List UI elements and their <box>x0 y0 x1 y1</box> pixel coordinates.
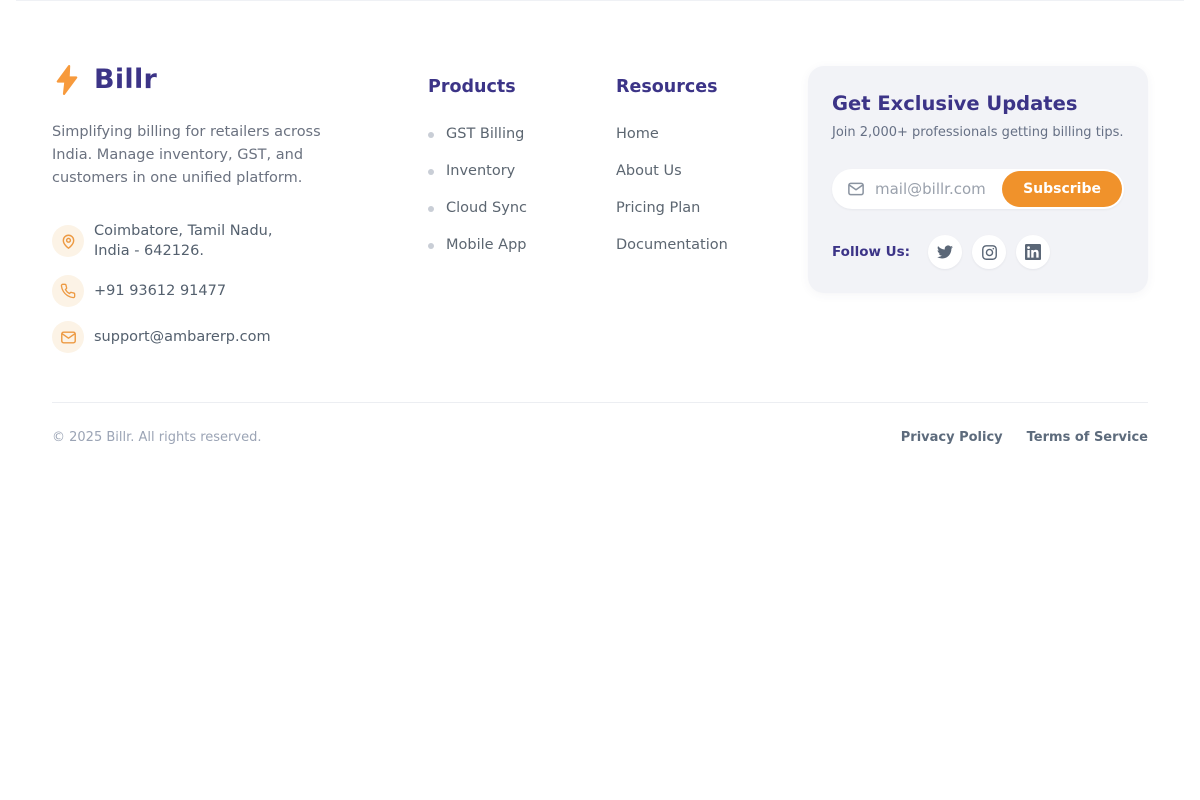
page-footer: Billr Simplifying billing for retailers … <box>16 0 1184 445</box>
resources-column: Resources Home About Us Pricing Plan Doc… <box>616 64 776 275</box>
products-column-title: Products <box>428 77 566 97</box>
link-label: About Us <box>616 164 682 179</box>
contact-row-location: Coimbatore, Tamil Nadu, India - 642126. <box>52 221 404 261</box>
bullet-dot-icon <box>428 132 434 138</box>
brand-name: Billr <box>94 64 157 96</box>
email-input[interactable] <box>875 180 1004 198</box>
phone-icon <box>52 275 84 307</box>
bullet-dot-icon <box>428 169 434 175</box>
contact-phone: +91 93612 91477 <box>94 281 226 301</box>
bullet-dot-icon <box>428 206 434 212</box>
product-link-mobile-app[interactable]: Mobile App <box>428 238 566 253</box>
contact-row-email: support@ambarerp.com <box>52 321 404 353</box>
map-pin-icon <box>52 225 84 257</box>
link-label: Home <box>616 127 659 142</box>
resources-column-title: Resources <box>616 77 776 97</box>
instagram-icon <box>981 244 998 261</box>
link-label: Documentation <box>616 238 728 253</box>
instagram-button[interactable] <box>972 235 1006 269</box>
follow-us-label: Follow Us: <box>832 244 910 260</box>
link-label: Mobile App <box>446 238 527 253</box>
brand-description: Simplifying billing for retailers across… <box>52 121 364 190</box>
resource-link-pricing-plan[interactable]: Pricing Plan <box>616 201 776 216</box>
follow-row: Follow Us: <box>832 235 1124 269</box>
footer-main: Billr Simplifying billing for retailers … <box>52 64 1148 402</box>
product-link-gst-billing[interactable]: GST Billing <box>428 127 566 142</box>
twitter-icon <box>937 244 953 260</box>
linkedin-button[interactable] <box>1016 235 1050 269</box>
linkedin-icon <box>1025 244 1041 260</box>
bullet-dot-icon <box>428 243 434 249</box>
brand-logo: Billr <box>52 64 404 96</box>
products-column: Products GST Billing Inventory Cloud Syn… <box>428 64 566 275</box>
mail-icon <box>52 321 84 353</box>
newsletter-title: Get Exclusive Updates <box>832 92 1124 115</box>
link-label: Cloud Sync <box>446 201 527 216</box>
bolt-icon <box>52 64 82 96</box>
products-link-list: GST Billing Inventory Cloud Sync Mobile … <box>428 127 566 253</box>
newsletter-card: Get Exclusive Updates Join 2,000+ profes… <box>808 66 1148 293</box>
copyright-text: © 2025 Billr. All rights reserved. <box>52 430 261 445</box>
subscribe-button[interactable]: Subscribe <box>1002 171 1122 207</box>
footer-bottom-bar: © 2025 Billr. All rights reserved. Priva… <box>52 403 1148 445</box>
brand-column: Billr Simplifying billing for retailers … <box>52 64 404 367</box>
newsletter-form: Subscribe <box>832 169 1124 209</box>
contact-email: support@ambarerp.com <box>94 327 271 347</box>
resources-link-list: Home About Us Pricing Plan Documentation <box>616 127 776 253</box>
link-label: Inventory <box>446 164 515 179</box>
mail-input-icon <box>847 180 865 198</box>
terms-of-service-link[interactable]: Terms of Service <box>1027 430 1148 445</box>
contact-list: Coimbatore, Tamil Nadu, India - 642126. … <box>52 221 404 353</box>
contact-address: Coimbatore, Tamil Nadu, India - 642126. <box>94 221 286 261</box>
link-label: Pricing Plan <box>616 201 700 216</box>
link-label: GST Billing <box>446 127 524 142</box>
resource-link-documentation[interactable]: Documentation <box>616 238 776 253</box>
product-link-cloud-sync[interactable]: Cloud Sync <box>428 201 566 216</box>
twitter-button[interactable] <box>928 235 962 269</box>
privacy-policy-link[interactable]: Privacy Policy <box>901 430 1003 445</box>
product-link-inventory[interactable]: Inventory <box>428 164 566 179</box>
contact-row-phone: +91 93612 91477 <box>52 275 404 307</box>
resource-link-about-us[interactable]: About Us <box>616 164 776 179</box>
newsletter-subtitle: Join 2,000+ professionals getting billin… <box>832 124 1124 141</box>
resource-link-home[interactable]: Home <box>616 127 776 142</box>
legal-links: Privacy Policy Terms of Service <box>901 430 1148 445</box>
